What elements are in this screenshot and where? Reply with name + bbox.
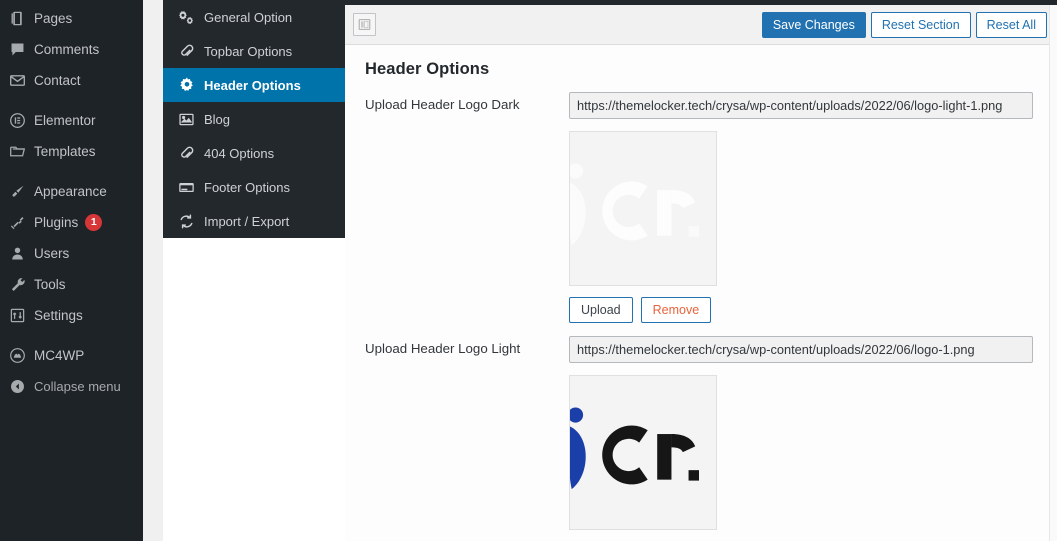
remove-button[interactable]: Remove [640, 297, 712, 323]
field-upload-header-logo-light: Upload Header Logo Light https://themelo… [345, 323, 1056, 541]
subnav-empty-area [163, 238, 345, 539]
sidebar-divider [0, 331, 143, 340]
templates-folder-icon [9, 143, 32, 160]
logo-dark-artwork-icon [570, 376, 716, 529]
sidebar-item-label: Elementor [34, 112, 96, 128]
contact-mail-icon [9, 72, 32, 89]
footer-bar-icon [178, 179, 204, 196]
collapse-arrow-icon [9, 378, 32, 395]
wp-admin-sidebar: Pages Comments Contact Elementor Templat… [0, 0, 143, 541]
sidebar-item-label: Collapse menu [34, 379, 121, 394]
reset-all-button[interactable]: Reset All [975, 11, 1047, 38]
subnav-item-label: General Option [204, 9, 293, 25]
upload-button[interactable]: Upload [569, 297, 633, 323]
mc4wp-icon [9, 347, 32, 364]
pages-icon [9, 10, 32, 27]
sidebar-item-contact[interactable]: Contact [0, 65, 143, 96]
header-logo-dark-actions: Upload Remove [569, 297, 1033, 323]
subnav-item-footer-options[interactable]: Footer Options [163, 170, 345, 204]
subnav-item-label: 404 Options [204, 145, 275, 161]
header-logo-light-url-input[interactable] [569, 336, 1033, 363]
sidebar-divider [0, 167, 143, 176]
field-control: Upload Remove [569, 336, 1056, 541]
subnav-item-label: Header Options [204, 77, 301, 93]
sidebar-item-label: MC4WP [34, 347, 85, 363]
subnav-item-404-options[interactable]: 404 Options [163, 136, 345, 170]
options-subnav: General Option Topbar Options Header Opt… [163, 0, 345, 238]
plugins-update-badge: 1 [85, 214, 103, 231]
options-toolbar: Save Changes Reset Section Reset All [345, 5, 1057, 45]
subnav-item-label: Blog [204, 111, 231, 127]
vertical-scrollbar[interactable] [1049, 5, 1057, 541]
gear-icon [178, 76, 204, 94]
subnav-item-topbar-options[interactable]: Topbar Options [163, 34, 345, 68]
subnav-item-blog[interactable]: Blog [163, 102, 345, 136]
sidebar-item-label: Settings [34, 307, 83, 323]
sidebar-item-elementor[interactable]: Elementor [0, 105, 143, 136]
expand-panel-icon[interactable] [353, 13, 376, 36]
tools-wrench-icon [9, 276, 32, 293]
appearance-brush-icon [9, 183, 32, 200]
options-content-column: Save Changes Reset Section Reset All Hea… [345, 0, 1057, 541]
sidebar-gap [143, 0, 163, 541]
field-control: Upload Remove [569, 92, 1056, 323]
sidebar-item-pages[interactable]: Pages [0, 3, 143, 34]
comments-icon [9, 41, 32, 58]
subnav-item-general-option[interactable]: General Option [163, 0, 345, 34]
sidebar-item-label: Appearance [34, 183, 107, 199]
image-icon [178, 111, 204, 128]
toolbar-buttons: Save Changes Reset Section Reset All [757, 11, 1047, 38]
field-label: Upload Header Logo Light [365, 341, 521, 356]
sidebar-item-comments[interactable]: Comments [0, 34, 143, 65]
sidebar-item-appearance[interactable]: Appearance [0, 176, 143, 207]
options-subnav-column: General Option Topbar Options Header Opt… [163, 0, 345, 541]
sidebar-item-label: Users [34, 245, 70, 261]
sidebar-divider [0, 96, 143, 105]
page-title: Header Options [365, 60, 490, 78]
sidebar-item-label: Tools [34, 276, 66, 292]
sidebar-item-label: Templates [34, 143, 96, 159]
gears-icon [178, 9, 204, 26]
sidebar-item-templates[interactable]: Templates [0, 136, 143, 167]
elementor-icon [9, 112, 32, 129]
subnav-item-import-export[interactable]: Import / Export [163, 204, 345, 238]
subnav-item-header-options[interactable]: Header Options [163, 68, 345, 102]
field-upload-header-logo-dark: Upload Header Logo Dark https://themeloc… [345, 79, 1056, 323]
logo-light-artwork-icon [570, 132, 716, 285]
reset-section-button[interactable]: Reset Section [870, 11, 971, 38]
options-panel-body: Header Options Upload Header Logo Dark h… [345, 45, 1057, 541]
sync-arrows-icon [178, 213, 204, 230]
save-changes-button[interactable]: Save Changes [761, 11, 866, 38]
settings-sliders-icon [9, 307, 32, 324]
sidebar-item-settings[interactable]: Settings [0, 300, 143, 331]
paperclip-icon [178, 145, 204, 162]
header-logo-dark-url-input[interactable] [569, 92, 1033, 119]
header-logo-dark-preview [569, 131, 717, 286]
sidebar-item-label: Comments [34, 41, 100, 57]
sidebar-item-mc4wp[interactable]: MC4WP [0, 340, 143, 371]
sidebar-item-collapse-menu[interactable]: Collapse menu [0, 371, 143, 402]
subnav-item-label: Import / Export [204, 213, 290, 229]
wp-admin-screen: Pages Comments Contact Elementor Templat… [0, 0, 1057, 541]
sidebar-item-users[interactable]: Users [0, 238, 143, 269]
sidebar-item-label: Pages [34, 10, 73, 26]
plugins-plug-icon [9, 214, 32, 231]
field-label: Upload Header Logo Dark [365, 97, 520, 112]
sidebar-item-tools[interactable]: Tools [0, 269, 143, 300]
sidebar-item-label: Plugins [34, 214, 79, 230]
sidebar-item-label: Contact [34, 72, 81, 88]
users-icon [9, 245, 32, 262]
paperclip-icon [178, 43, 204, 60]
subnav-item-label: Topbar Options [204, 43, 293, 59]
subnav-item-label: Footer Options [204, 179, 290, 195]
header-logo-light-preview [569, 375, 717, 530]
sidebar-item-plugins[interactable]: Plugins 1 [0, 207, 143, 238]
